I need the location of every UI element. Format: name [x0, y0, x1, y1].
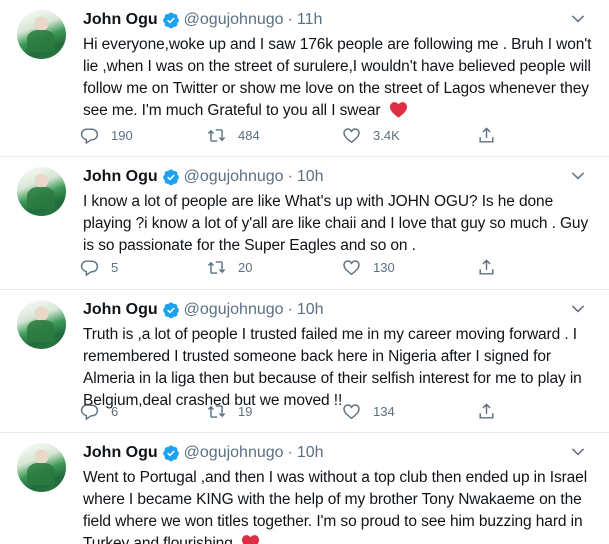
tweet[interactable]: John Ogu @ogujohnugo · 11h Hi everyone,w… — [0, 0, 609, 157]
separator-dot: · — [287, 168, 293, 185]
retweet-count: 19 — [238, 403, 253, 419]
tweet-actions: 190 484 3.4K — [80, 124, 600, 146]
tweet[interactable]: John Ogu @ogujohnugo · 10h Went to Portu… — [0, 433, 609, 544]
tweet-body: Went to Portugal ,and then I was without… — [83, 469, 588, 544]
red-heart-emoji — [389, 102, 407, 118]
share-icon — [479, 258, 494, 275]
reply-count: 6 — [111, 403, 119, 419]
reply-button[interactable]: 5 — [80, 256, 118, 278]
like-count: 134 — [373, 403, 395, 419]
like-count: 3.4K — [373, 127, 400, 143]
reply-count: 190 — [111, 127, 133, 143]
tweet-header: John Ogu @ogujohnugo · 10h — [83, 167, 324, 187]
like-button[interactable]: 134 — [342, 400, 395, 422]
avatar[interactable] — [17, 10, 66, 59]
retweet-icon — [207, 404, 226, 418]
tweet[interactable]: John Ogu @ogujohnugo · 10h Truth is ,a l… — [0, 290, 609, 433]
tweet-timestamp[interactable]: 10h — [297, 301, 324, 319]
chevron-down-icon[interactable] — [569, 443, 587, 461]
like-button[interactable]: 3.4K — [342, 124, 400, 146]
tweet-header: John Ogu @ogujohnugo · 10h — [83, 300, 324, 320]
tweet-text: Hi everyone,woke up and I saw 176k peopl… — [83, 34, 603, 122]
tweet-actions: 6 19 134 — [80, 400, 600, 422]
separator-dot: · — [287, 301, 293, 318]
like-icon — [343, 403, 360, 419]
reply-icon — [80, 259, 99, 276]
verified-badge-icon — [162, 169, 179, 186]
chevron-down-icon[interactable] — [569, 300, 587, 318]
tweet-actions: 5 20 130 — [80, 256, 600, 278]
verified-badge-icon — [162, 302, 179, 319]
tweet-text: I know a lot of people are like What's u… — [83, 191, 603, 257]
tweet-header: John Ogu @ogujohnugo · 10h — [83, 443, 324, 463]
author-handle[interactable]: @ogujohnugo — [184, 301, 284, 319]
avatar[interactable] — [17, 443, 66, 492]
author-name[interactable]: John Ogu — [83, 444, 158, 462]
verified-badge-icon — [162, 12, 179, 29]
tweet-text: Truth is ,a lot of people I trusted fail… — [83, 324, 603, 412]
tweet-body: Truth is ,a lot of people I trusted fail… — [83, 326, 582, 409]
like-button[interactable]: 130 — [342, 256, 395, 278]
like-count: 130 — [373, 259, 395, 275]
reply-icon — [80, 403, 99, 420]
reply-count: 5 — [111, 259, 119, 275]
author-handle[interactable]: @ogujohnugo — [184, 168, 284, 186]
share-button[interactable] — [477, 124, 496, 146]
author-name[interactable]: John Ogu — [83, 11, 158, 29]
chevron-down-icon[interactable] — [569, 167, 587, 185]
separator-dot: · — [287, 11, 293, 28]
like-icon — [343, 259, 360, 275]
reply-button[interactable]: 190 — [80, 124, 133, 146]
retweet-icon — [207, 260, 226, 274]
retweet-button[interactable]: 484 — [207, 124, 260, 146]
red-heart-emoji — [241, 535, 259, 544]
tweet-header: John Ogu @ogujohnugo · 11h — [83, 10, 322, 30]
retweet-count: 20 — [238, 259, 253, 275]
retweet-count: 484 — [238, 127, 260, 143]
like-icon — [343, 127, 360, 143]
tweet-timestamp[interactable]: 11h — [297, 11, 323, 29]
share-icon — [479, 126, 494, 143]
share-icon — [479, 402, 494, 419]
author-name[interactable]: John Ogu — [83, 168, 158, 186]
tweet[interactable]: John Ogu @ogujohnugo · 10h I know a lot … — [0, 157, 609, 290]
author-handle[interactable]: @ogujohnugo — [184, 444, 284, 462]
reply-button[interactable]: 6 — [80, 400, 118, 422]
avatar[interactable] — [17, 300, 66, 349]
retweet-icon — [207, 128, 226, 142]
share-button[interactable] — [477, 256, 496, 278]
tweet-feed: John Ogu @ogujohnugo · 11h Hi everyone,w… — [0, 0, 609, 544]
verified-badge-icon — [162, 445, 179, 462]
share-button[interactable] — [477, 400, 496, 422]
tweet-body: I know a lot of people are like What's u… — [83, 193, 589, 254]
avatar[interactable] — [17, 167, 66, 216]
separator-dot: · — [287, 444, 293, 461]
tweet-body: Hi everyone,woke up and I saw 176k peopl… — [83, 36, 592, 119]
chevron-down-icon[interactable] — [569, 10, 587, 28]
tweet-timestamp[interactable]: 10h — [297, 168, 324, 186]
tweet-timestamp[interactable]: 10h — [297, 444, 324, 462]
author-name[interactable]: John Ogu — [83, 301, 158, 319]
author-handle[interactable]: @ogujohnugo — [184, 11, 284, 29]
retweet-button[interactable]: 20 — [207, 256, 252, 278]
reply-icon — [80, 127, 99, 144]
tweet-text: Went to Portugal ,and then I was without… — [83, 467, 603, 544]
retweet-button[interactable]: 19 — [207, 400, 252, 422]
